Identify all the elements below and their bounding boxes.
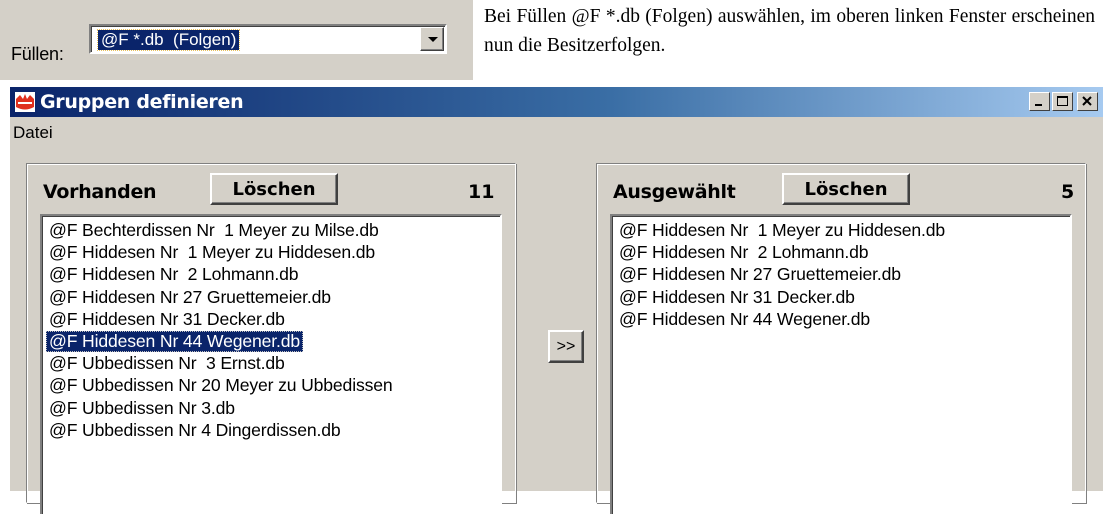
list-item[interactable]: @F Hiddesen Nr 31 Decker.db (616, 287, 858, 308)
minimize-button[interactable] (1029, 92, 1050, 111)
instruction-text: Bei Füllen @F *.db (Folgen) auswählen, i… (484, 6, 1095, 56)
available-count: 11 (468, 181, 495, 203)
list-item[interactable]: @F Hiddesen Nr 2 Lohmann.db (46, 264, 301, 285)
list-item[interactable]: @F Hiddesen Nr 44 Wegener.db (46, 331, 303, 352)
app-crown-icon (15, 92, 35, 112)
list-item[interactable]: @F Hiddesen Nr 1 Meyer zu Hiddesen.db (46, 242, 378, 263)
list-item[interactable]: @F Hiddesen Nr 27 Gruettemeier.db (616, 264, 904, 285)
fill-combobox-value[interactable]: @F *.db (Folgen) (96, 29, 241, 51)
chevron-down-icon[interactable] (420, 27, 444, 51)
list-item[interactable]: @F Hiddesen Nr 27 Gruettemeier.db (46, 287, 334, 308)
list-item[interactable]: @F Hiddesen Nr 44 Wegener.db (616, 309, 873, 330)
menu-bar: Datei (10, 117, 1103, 145)
list-item[interactable]: @F Ubbedissen Nr 3.db (46, 398, 238, 419)
menu-datei[interactable]: Datei (13, 123, 53, 143)
move-right-button[interactable]: >> (548, 330, 584, 363)
available-listbox[interactable]: @F Bechterdissen Nr 1 Meyer zu Milse.db @… (40, 214, 502, 514)
window-title: Gruppen definieren (40, 91, 244, 113)
selected-delete-button[interactable]: Löschen (782, 173, 910, 205)
selected-title: Ausgewählt (613, 181, 736, 203)
list-item[interactable]: @F Hiddesen Nr 31 Decker.db (46, 309, 288, 330)
maximize-icon (1057, 96, 1068, 106)
list-item[interactable]: @F Bechterdissen Nr 1 Meyer zu Milse.db (46, 220, 382, 241)
list-item[interactable]: @F Ubbedissen Nr 20 Meyer zu Ubbedissen (46, 375, 396, 396)
maximize-button[interactable] (1052, 92, 1073, 111)
fill-combobox[interactable]: @F *.db (Folgen) (89, 24, 447, 54)
list-item[interactable]: @F Ubbedissen Nr 3 Ernst.db (46, 353, 288, 374)
fill-label: Füllen: (11, 44, 64, 64)
close-icon (1082, 96, 1092, 106)
selected-listbox[interactable]: @F Hiddesen Nr 1 Meyer zu Hiddesen.db @F … (610, 214, 1072, 514)
list-item[interactable]: @F Hiddesen Nr 2 Lohmann.db (616, 242, 871, 263)
available-delete-button[interactable]: Löschen (210, 173, 338, 205)
close-button[interactable] (1077, 92, 1098, 111)
list-item[interactable]: @F Ubbedissen Nr 4 Dingerdissen.db (46, 420, 343, 441)
available-title: Vorhanden (43, 181, 157, 203)
selected-count: 5 (1061, 181, 1075, 203)
selected-group: Ausgewählt Löschen 5 @F Hiddesen Nr 1 Me… (596, 163, 1086, 514)
groups-dialog: Gruppen definieren Datei Vorhanden Lösch… (10, 87, 1103, 514)
minimize-icon (1035, 104, 1042, 106)
list-item[interactable]: @F Hiddesen Nr 1 Meyer zu Hiddesen.db (616, 220, 948, 241)
fill-toolbar: Füllen: @F *.db (Folgen) (0, 0, 473, 80)
title-bar[interactable]: Gruppen definieren (10, 87, 1103, 117)
available-group: Vorhanden Löschen 11 @F Bechterdissen Nr… (26, 163, 516, 514)
